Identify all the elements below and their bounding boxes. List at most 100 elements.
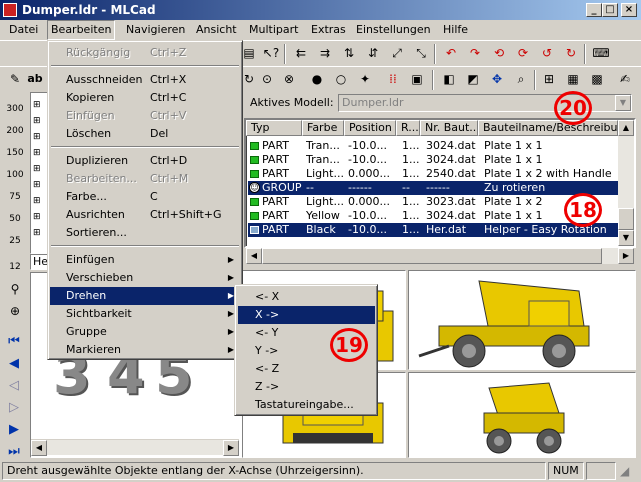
help-pointer-icon[interactable]: ↖?	[260, 43, 282, 65]
rotate-z-left-icon[interactable]: ↺	[536, 43, 558, 65]
menu-extras[interactable]: Extras	[308, 20, 349, 40]
col-description[interactable]: Bauteilname/Beschreibung	[478, 120, 618, 136]
scroll-down-icon[interactable]: ▼	[618, 230, 634, 246]
zoom-150-icon[interactable]: 150	[4, 144, 26, 162]
rotate-x-right-icon[interactable]: ↷	[464, 43, 486, 65]
table-row[interactable]: PART Tran... -10.0... 1... 3024.dat Plat…	[248, 139, 634, 153]
rotate-x-left-icon[interactable]: ↶	[440, 43, 462, 65]
light-off-icon[interactable]: ○	[330, 69, 352, 91]
part-icon	[250, 226, 259, 234]
move-y-up-icon[interactable]: ⇅	[338, 43, 360, 65]
fit-zoom-icon[interactable]: ⚲	[4, 280, 26, 298]
render-icon[interactable]: ✦	[354, 69, 376, 91]
table-row[interactable]: PART Tran... -10.0... 1... 3024.dat Plat…	[248, 153, 634, 167]
rotate-z-right-item[interactable]: Z ->	[238, 378, 375, 396]
menu-item-sort[interactable]: Sortieren...	[50, 224, 240, 242]
col-typ[interactable]: Typ	[246, 120, 302, 136]
menu-navigieren[interactable]: Navigieren	[123, 20, 188, 40]
scroll-up-icon[interactable]: ▲	[618, 120, 634, 136]
ab-text-icon[interactable]: ab	[24, 69, 46, 91]
next-step-small-icon[interactable]: ▷	[6, 400, 22, 416]
scroll-thumb[interactable]	[618, 208, 634, 230]
zoom-window-icon[interactable]: ⊕	[4, 302, 26, 320]
zoom-25-icon[interactable]: 25	[4, 232, 26, 250]
menu-item-cut[interactable]: Ausschneiden Ctrl+X	[50, 71, 240, 89]
camera-icon[interactable]: ▣	[406, 69, 428, 91]
prev-step-small-icon[interactable]: ◁	[6, 378, 22, 394]
maximize-button[interactable]: □	[602, 3, 618, 17]
zoom-100-icon[interactable]: 100	[4, 166, 26, 184]
menu-item-mark[interactable]: Markieren ▶	[50, 341, 240, 359]
color-circle-icon[interactable]: ⊙	[256, 69, 278, 91]
menu-item-move[interactable]: Verschieben ▶	[50, 269, 240, 287]
rename-icon[interactable]: ✎	[4, 69, 26, 91]
menu-item-copy[interactable]: Kopieren Ctrl+C	[50, 89, 240, 107]
view-4-icon[interactable]: ⊞	[538, 69, 560, 91]
resize-grip-icon[interactable]: ◢	[620, 464, 638, 480]
table-row[interactable]: PART Light... 0.000... 1... 2540.dat Pla…	[248, 167, 634, 181]
rotate-x-right-item[interactable]: X ->	[238, 306, 375, 324]
view-angle-icon[interactable]: ◩	[462, 69, 484, 91]
menu-item-delete[interactable]: Löschen Del	[50, 125, 240, 143]
rotate-z-right-icon[interactable]: ↻	[560, 43, 582, 65]
col-rotation[interactable]: R...	[396, 120, 420, 136]
move-x-left-icon[interactable]: ⇇	[290, 43, 312, 65]
zoom-icon[interactable]: ⌕	[510, 69, 532, 91]
menu-item-duplicate[interactable]: Duplizieren Ctrl+D	[50, 152, 240, 170]
parts-list-hscrollbar[interactable]: ◀ ▶	[246, 248, 634, 264]
next-step-icon[interactable]: ▶	[6, 422, 22, 438]
zoom-12-icon[interactable]: 12	[4, 258, 26, 276]
pan-icon[interactable]: ✥	[486, 69, 508, 91]
menu-item-visibility[interactable]: Sichtbarkeit ▶	[50, 305, 240, 323]
menu-ansicht[interactable]: Ansicht	[193, 20, 240, 40]
col-farbe[interactable]: Farbe	[302, 120, 344, 136]
rotate-z-left-item[interactable]: <- Z	[238, 360, 375, 378]
chevron-down-icon[interactable]: ▼	[615, 95, 631, 111]
menu-einstellungen[interactable]: Einstellungen	[353, 20, 434, 40]
col-position[interactable]: Position	[344, 120, 396, 136]
rotate-y-right-icon[interactable]: ⟳	[512, 43, 534, 65]
menu-item-edit: Bearbeiten... Ctrl+M	[66, 172, 189, 185]
preview-hscrollbar[interactable]: ◀ ▶	[31, 439, 239, 456]
move-z-back-icon[interactable]: ⤢	[386, 43, 408, 65]
view-pane-bottom-right[interactable]	[408, 372, 636, 458]
rotate-y-left-icon[interactable]: ⟲	[488, 43, 510, 65]
view-pane-top-right[interactable]	[408, 270, 636, 370]
grid-fine-icon[interactable]: ▩	[586, 69, 608, 91]
minimize-button[interactable]: _	[586, 3, 602, 17]
move-x-right-icon[interactable]: ⇉	[314, 43, 336, 65]
view-front-icon[interactable]: ◧	[438, 69, 460, 91]
zoom-50-icon[interactable]: 50	[4, 210, 26, 228]
zoom-200-icon[interactable]: 200	[4, 122, 26, 140]
prev-step-icon[interactable]: ◀	[6, 356, 22, 372]
first-step-icon[interactable]: ⏮	[6, 334, 22, 350]
col-part-number[interactable]: Nr. Baut...	[420, 120, 478, 136]
menu-item-align[interactable]: Ausrichten Ctrl+Shift+G	[50, 206, 240, 224]
grid-icon[interactable]: ▦	[562, 69, 584, 91]
no-color-icon[interactable]: ⊗	[278, 69, 300, 91]
tree-expanders[interactable]: ⊞ ⊞ ⊞ ⊞ ⊞ ⊞ ⊞ ⊞ ⊞	[33, 97, 41, 241]
keyboard-icon[interactable]: ⌨	[590, 43, 612, 65]
menu-datei[interactable]: Datei	[6, 20, 41, 40]
menu-item-rotate[interactable]: Drehen ▶	[50, 287, 240, 305]
light-bulb-icon[interactable]: ●	[306, 69, 328, 91]
menu-multipart[interactable]: Multipart	[246, 20, 301, 40]
keyboard-input-item[interactable]: Tastatureingabe...	[238, 396, 375, 414]
menu-hilfe[interactable]: Hilfe	[440, 20, 471, 40]
rotate-x-left-item[interactable]: <- X	[238, 288, 375, 306]
grid-dots-icon[interactable]: ⁞⁞	[382, 69, 404, 91]
zoom-75-icon[interactable]: 75	[4, 188, 26, 206]
left-toolbar: 300 200 150 100 75 50 25 12 ⚲ ⊕ ⏮ ◀ ◁ ▷ …	[0, 92, 30, 460]
menu-bearbeiten[interactable]: Bearbeiten	[47, 20, 116, 40]
zoom-300-icon[interactable]: 300	[4, 100, 26, 118]
last-step-icon[interactable]: ⏭	[6, 444, 22, 460]
parts-list-vscrollbar[interactable]: ▲ ▼	[618, 120, 634, 246]
move-y-down-icon[interactable]: ⇵	[362, 43, 384, 65]
move-z-front-icon[interactable]: ⤡	[410, 43, 432, 65]
close-button[interactable]: ×	[621, 3, 637, 17]
menu-item-insert[interactable]: Einfügen ▶	[50, 251, 240, 269]
menu-item-group[interactable]: Gruppe ▶	[50, 323, 240, 341]
part-icon	[250, 198, 259, 206]
menu-item-color[interactable]: Farbe... C	[50, 188, 240, 206]
edit-text-icon[interactable]: ✍	[614, 69, 636, 91]
